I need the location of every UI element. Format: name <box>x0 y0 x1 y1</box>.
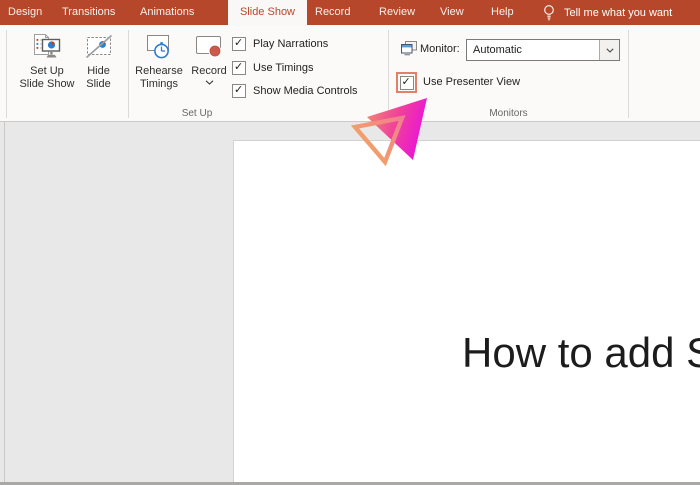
group-separator <box>628 30 629 118</box>
record-icon <box>196 36 222 58</box>
slide-title-text[interactable]: How to add Sp <box>462 329 700 377</box>
rehearse-timings-icon <box>147 35 169 59</box>
triangle-logo <box>350 98 427 166</box>
set-up-slide-show-button[interactable]: Set Up Slide Show <box>17 28 77 119</box>
powerpoint-window: Design Transitions Animations Slide Show… <box>0 0 700 485</box>
presenter-view-highlight <box>396 72 417 93</box>
tab-view[interactable]: View <box>440 0 464 25</box>
use-presenter-view-checkbox[interactable] <box>399 75 414 90</box>
monitor-dropdown-value: Automatic <box>473 44 522 56</box>
tab-help[interactable]: Help <box>491 0 514 25</box>
monitor-icon <box>401 41 417 56</box>
tab-slide-show[interactable]: Slide Show <box>228 0 307 25</box>
show-media-controls-label: Show Media Controls <box>253 85 358 97</box>
use-timings-checkbox[interactable]: Use Timings <box>232 60 314 76</box>
slide-canvas[interactable]: How to add Sp <box>233 140 700 482</box>
set-up-slide-show-icon <box>34 34 61 58</box>
group-label-set-up: Set Up <box>181 108 213 119</box>
tab-record[interactable]: Record <box>315 0 350 25</box>
group-separator <box>128 30 129 118</box>
record-button[interactable]: Record <box>186 28 232 119</box>
monitor-dropdown[interactable]: Automatic <box>466 39 620 61</box>
monitor-label: Monitor: <box>420 43 460 55</box>
checkbox-checked-icon <box>232 84 246 98</box>
thumbnail-pane-edge[interactable] <box>4 122 5 482</box>
workspace: How to add Sp <box>0 122 700 482</box>
tab-design[interactable]: Design <box>8 0 42 25</box>
play-narrations-label: Play Narrations <box>253 38 329 50</box>
set-up-slide-show-label: Set Up Slide Show <box>19 65 75 90</box>
rehearse-timings-label: Rehearse Timings <box>135 65 183 90</box>
tab-animations[interactable]: Animations <box>140 0 194 25</box>
group-separator <box>6 30 7 118</box>
chevron-down-icon <box>605 47 614 53</box>
use-presenter-view-label[interactable]: Use Presenter View <box>423 76 520 88</box>
lightbulb-icon <box>544 5 554 21</box>
tab-transitions[interactable]: Transitions <box>62 0 115 25</box>
hide-slide-icon <box>85 34 112 59</box>
tell-me-label: Tell me what you want <box>564 6 673 19</box>
tell-me-search[interactable]: Tell me what you want <box>543 0 700 25</box>
play-narrations-checkbox[interactable]: Play Narrations <box>232 36 328 52</box>
tab-review[interactable]: Review <box>379 0 415 25</box>
show-media-controls-checkbox[interactable]: Show Media Controls <box>232 83 358 99</box>
checkbox-checked-icon <box>232 37 246 51</box>
record-label: Record <box>191 65 227 77</box>
ribbon-tab-bar: Design Transitions Animations Slide Show… <box>0 0 700 25</box>
hide-slide-label: Hide Slide <box>86 65 111 90</box>
rehearse-timings-button[interactable]: Rehearse Timings <box>131 28 187 119</box>
hide-slide-button[interactable]: Hide Slide <box>76 28 121 119</box>
use-timings-label: Use Timings <box>253 62 314 74</box>
checkbox-checked-icon <box>232 61 246 75</box>
chevron-down-icon[interactable] <box>205 79 214 85</box>
dropdown-arrow-button[interactable] <box>599 40 619 60</box>
